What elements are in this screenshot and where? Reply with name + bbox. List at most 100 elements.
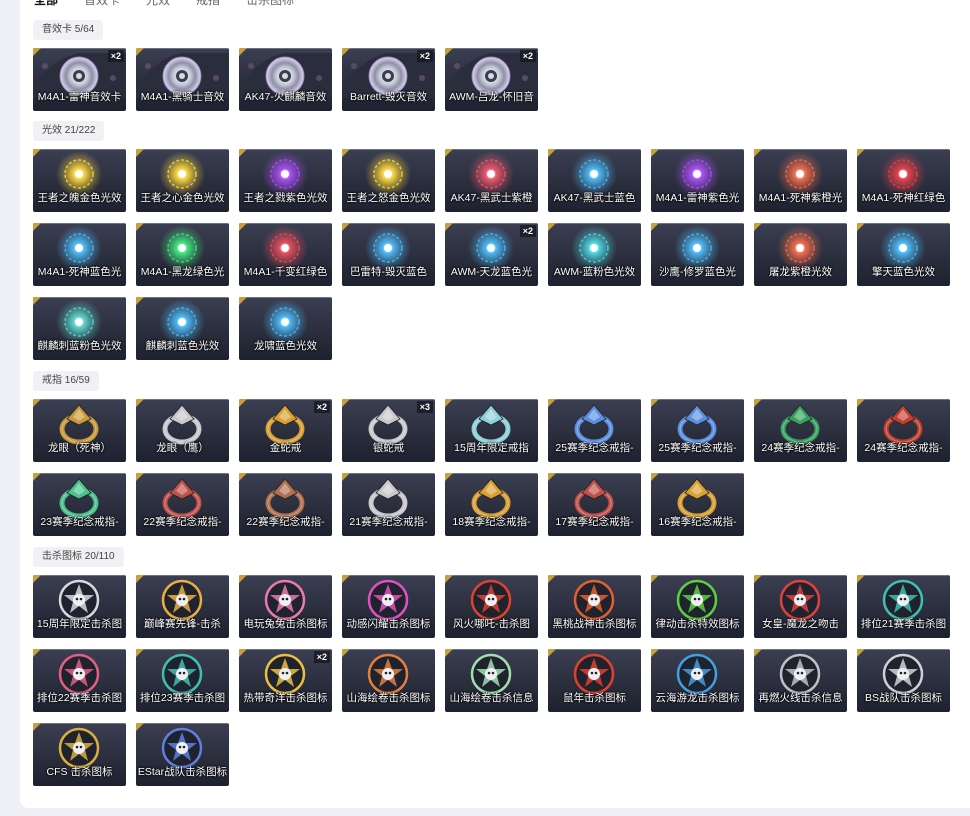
light-effect-item[interactable]: 王者之心金色光效: [136, 149, 229, 212]
ring-item[interactable]: 15周年限定戒指: [445, 399, 538, 462]
kill-icon-item[interactable]: 风火哪吒-击杀图: [445, 575, 538, 638]
tab-light-effect[interactable]: 光效: [146, 0, 170, 8]
light-effect-item[interactable]: M4A1-死神蓝色光: [33, 223, 126, 286]
tab-ring[interactable]: 戒指: [196, 0, 220, 8]
item-name: 巅峰赛先锋-击杀: [144, 618, 221, 630]
kill-icon-item[interactable]: 山海绘卷击杀图标: [342, 649, 435, 712]
light-effect-item[interactable]: 龙啸蓝色光效: [239, 297, 332, 360]
item-name: 麒麟刺蓝色光效: [145, 340, 220, 352]
ring-item[interactable]: 24赛季纪念戒指-: [857, 399, 950, 462]
ring-item[interactable]: 17赛季纪念戒指-: [548, 473, 641, 536]
light-effect-item[interactable]: 麒麟刺蓝色光效: [136, 297, 229, 360]
sound-card-item[interactable]: ×2 Barrett-毁灭音效: [342, 48, 435, 111]
kill-icon-item[interactable]: ×2 热带奇洋击杀图标: [239, 649, 332, 712]
kill-icon-item[interactable]: 律动击杀特效图标: [651, 575, 744, 638]
ring-item[interactable]: 22赛季纪念戒指-: [239, 473, 332, 536]
item-name: 王者之怒金色光效: [346, 192, 431, 204]
item-name: 再燃火线击杀信息: [758, 692, 843, 704]
light-effect-item[interactable]: 王者之戮紫色光效: [239, 149, 332, 212]
item-name: 王者之魄金色光效: [37, 192, 122, 204]
item-name: 山海绘卷击杀图标: [346, 692, 431, 704]
ring-item[interactable]: ×2 金蛇戒: [239, 399, 332, 462]
kill-icon-item[interactable]: BS战队击杀图标: [857, 649, 950, 712]
kill-icon-item[interactable]: 动感闪耀击杀图标: [342, 575, 435, 638]
quantity-badge: ×2: [107, 50, 124, 62]
item-name: M4A1-死神蓝色光: [37, 266, 122, 278]
ring-item[interactable]: 龙眼（死神）: [33, 399, 126, 462]
item-name: M4A1-黑骑士音效: [140, 91, 225, 103]
item-name: 排位22赛季击杀图: [36, 692, 123, 704]
kill-icon-item[interactable]: 云海游龙击杀图标: [651, 649, 744, 712]
kill-icon-item[interactable]: 山海绘卷击杀信息: [445, 649, 538, 712]
kill-icon-item[interactable]: 排位22赛季击杀图: [33, 649, 126, 712]
item-name: AK47-黑武士蓝色: [553, 192, 636, 204]
kill-icon-item[interactable]: 再燃火线击杀信息: [754, 649, 847, 712]
kill-icon-item[interactable]: 女皇-魔龙之吻击: [754, 575, 847, 638]
light-effect-item[interactable]: 擎天蓝色光效: [857, 223, 950, 286]
kill-icon-item[interactable]: CFS 击杀图标: [33, 723, 126, 786]
ring-item[interactable]: 24赛季纪念戒指-: [754, 399, 847, 462]
item-name: AWM-吕龙-怀旧音: [449, 91, 534, 103]
item-name: AWM-天龙蓝色光: [450, 266, 533, 278]
item-name: 22赛季纪念戒指-: [143, 516, 222, 528]
light-effect-item[interactable]: 沙鹰-修罗蓝色光: [651, 223, 744, 286]
category-tabs: 全部 音效卡 光效 戒指 击杀图标: [34, 0, 294, 8]
tab-kill-icon[interactable]: 击杀图标: [246, 0, 294, 8]
quantity-badge: ×2: [313, 651, 330, 663]
item-name: M4A1-死神红绿色: [861, 192, 946, 204]
item-name: 麒麟刺蓝粉色光效: [37, 340, 122, 352]
ring-item[interactable]: 23赛季纪念戒指-: [33, 473, 126, 536]
ring-item[interactable]: 25赛季纪念戒指-: [548, 399, 641, 462]
quantity-badge: ×2: [519, 225, 536, 237]
quantity-badge: ×3: [416, 401, 433, 413]
light-effect-item[interactable]: ×2 AWM-天龙蓝色光: [445, 223, 538, 286]
sound-card-item[interactable]: AK47-火麒麟音效: [239, 48, 332, 111]
item-name: 金蛇戒: [269, 442, 302, 454]
light-effect-item[interactable]: M4A1-黑龙绿色光: [136, 223, 229, 286]
item-name: 17赛季纪念戒指-: [555, 516, 634, 528]
kill-icon-item[interactable]: 黑桃战神击杀图标: [548, 575, 641, 638]
light-effect-item[interactable]: 屠龙紫橙光效: [754, 223, 847, 286]
kill-icon-item[interactable]: 巅峰赛先锋-击杀: [136, 575, 229, 638]
kill-icon-item[interactable]: 15周年限定击杀图: [33, 575, 126, 638]
light-effect-item[interactable]: M4A1-死神紫橙光: [754, 149, 847, 212]
ring-item[interactable]: 16赛季纪念戒指-: [651, 473, 744, 536]
light-effect-item[interactable]: 巴雷特-毁灭蓝色: [342, 223, 435, 286]
item-name: 18赛季纪念戒指-: [452, 516, 531, 528]
item-name: 22赛季纪念戒指-: [246, 516, 325, 528]
ring-item[interactable]: 18赛季纪念戒指-: [445, 473, 538, 536]
ring-item[interactable]: 龙眼（鹰）: [136, 399, 229, 462]
item-name: 24赛季纪念戒指-: [761, 442, 840, 454]
item-name: AK47-黑武士紫橙: [450, 192, 533, 204]
item-name: 王者之戮紫色光效: [243, 192, 328, 204]
kill-icon-item[interactable]: 排位21赛季击杀图: [857, 575, 950, 638]
kill-icon-item[interactable]: 电玩兔兔击杀图标: [239, 575, 332, 638]
light-effect-item[interactable]: 王者之魄金色光效: [33, 149, 126, 212]
ring-item[interactable]: 22赛季纪念戒指-: [136, 473, 229, 536]
light-effect-item[interactable]: M4A1-死神红绿色: [857, 149, 950, 212]
sound-card-item[interactable]: M4A1-黑骑士音效: [136, 48, 229, 111]
light-effect-item[interactable]: M4A1-雷神紫色光: [651, 149, 744, 212]
item-name: 龙眼（鹰）: [156, 442, 209, 454]
ring-item[interactable]: ×3 银蛇戒: [342, 399, 435, 462]
item-name: CFS 击杀图标: [46, 766, 113, 778]
tab-all[interactable]: 全部: [34, 0, 58, 8]
light-effect-item[interactable]: AWM-蓝粉色光效: [548, 223, 641, 286]
ring-item[interactable]: 25赛季纪念戒指-: [651, 399, 744, 462]
item-name: 24赛季纪念戒指-: [864, 442, 943, 454]
light-effect-item[interactable]: AK47-黑武士蓝色: [548, 149, 641, 212]
kill-icon-item[interactable]: EStar战队击杀图标: [136, 723, 229, 786]
light-effect-item[interactable]: AK47-黑武士紫橙: [445, 149, 538, 212]
kill-icon-item[interactable]: 鼠年击杀图标: [548, 649, 641, 712]
ring-item[interactable]: 21赛季纪念戒指-: [342, 473, 435, 536]
item-name: 动感闪耀击杀图标: [346, 618, 431, 630]
sound-card-item[interactable]: ×2 AWM-吕龙-怀旧音: [445, 48, 538, 111]
tab-sound-card[interactable]: 音效卡: [84, 0, 120, 8]
light-effect-item[interactable]: 王者之怒金色光效: [342, 149, 435, 212]
kill-icon-item[interactable]: 排位23赛季击杀图: [136, 649, 229, 712]
item-name: 电玩兔兔击杀图标: [243, 618, 328, 630]
section-rings-header: 戒指 16/59: [33, 371, 99, 391]
light-effect-item[interactable]: 麒麟刺蓝粉色光效: [33, 297, 126, 360]
sound-card-item[interactable]: ×2 M4A1-雷神音效卡: [33, 48, 126, 111]
light-effect-item[interactable]: M4A1-千变红绿色: [239, 223, 332, 286]
